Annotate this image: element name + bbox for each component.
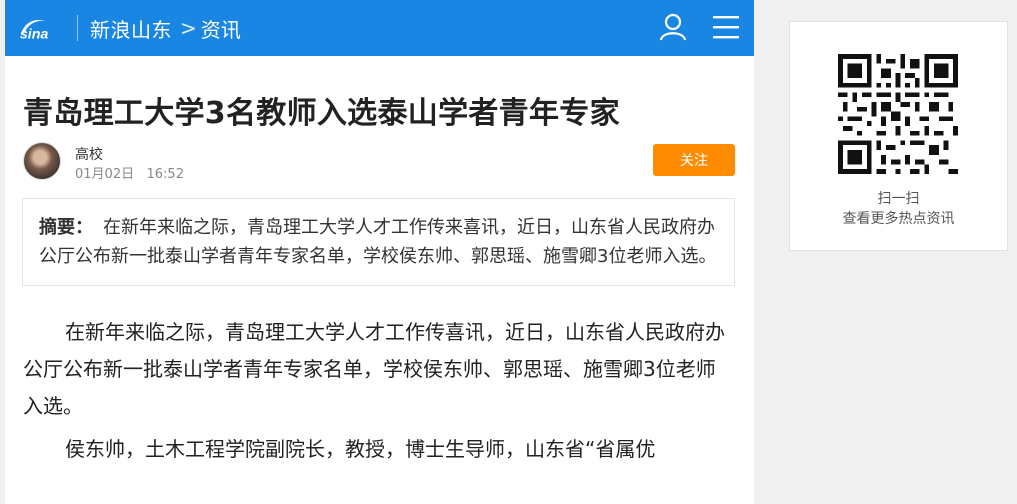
summary-text: 在新年来临之际，青岛理工大学人才工作传来喜讯，近日，山东省人民政府办公厅公布新一… [39, 217, 717, 267]
author-name[interactable]: 高校 [75, 144, 103, 164]
breadcrumb-site[interactable]: 新浪山东 [90, 14, 172, 43]
sina-logo[interactable]: sina [17, 13, 55, 43]
body-paragraph: 侯东帅，土木工程学院副院长，教授，博士生导师，山东省“省属优 [65, 437, 656, 461]
publish-time: 01月02日 16:52 [75, 163, 184, 182]
top-nav-bar: sina 新浪山东 > 资讯 [5, 0, 754, 56]
menu-icon[interactable] [712, 13, 740, 41]
qr-code-icon[interactable] [838, 54, 958, 174]
follow-button[interactable]: 关注 [653, 144, 735, 176]
user-icon[interactable] [658, 12, 688, 42]
svg-text:sina: sina [20, 26, 49, 42]
author-row: 高校 01月02日 16:52 关注 [5, 142, 754, 188]
summary-label: 摘要： [39, 217, 93, 238]
qr-caption-more: 查看更多热点资讯 [842, 211, 955, 227]
logo-divider [77, 15, 78, 41]
article-title: 青岛理工大学3名教师入选泰山学者青年专家 [23, 96, 620, 131]
article-page: sina 新浪山东 > 资讯 青岛理工大学3名教师入选泰山学者青年专家 高校 0… [5, 0, 754, 504]
publish-date: 01月02日 [75, 167, 135, 182]
avatar[interactable] [23, 142, 61, 180]
qr-card: 扫一扫 查看更多热点资讯 [789, 21, 1008, 251]
summary-box: 摘要： 在新年来临之际，青岛理工大学人才工作传来喜讯，近日，山东省人民政府办公厅公… [22, 198, 735, 286]
publish-clock: 16:52 [146, 167, 184, 182]
breadcrumb-chevron-icon: > [180, 16, 197, 40]
breadcrumb-section[interactable]: 资讯 [201, 14, 241, 43]
body-paragraph: 在新年来临之际，青岛理工大学人才工作传喜讯，近日，山东省人民政府办公厅公布新一批… [23, 320, 725, 418]
qr-caption-scan: 扫一扫 [877, 191, 920, 207]
